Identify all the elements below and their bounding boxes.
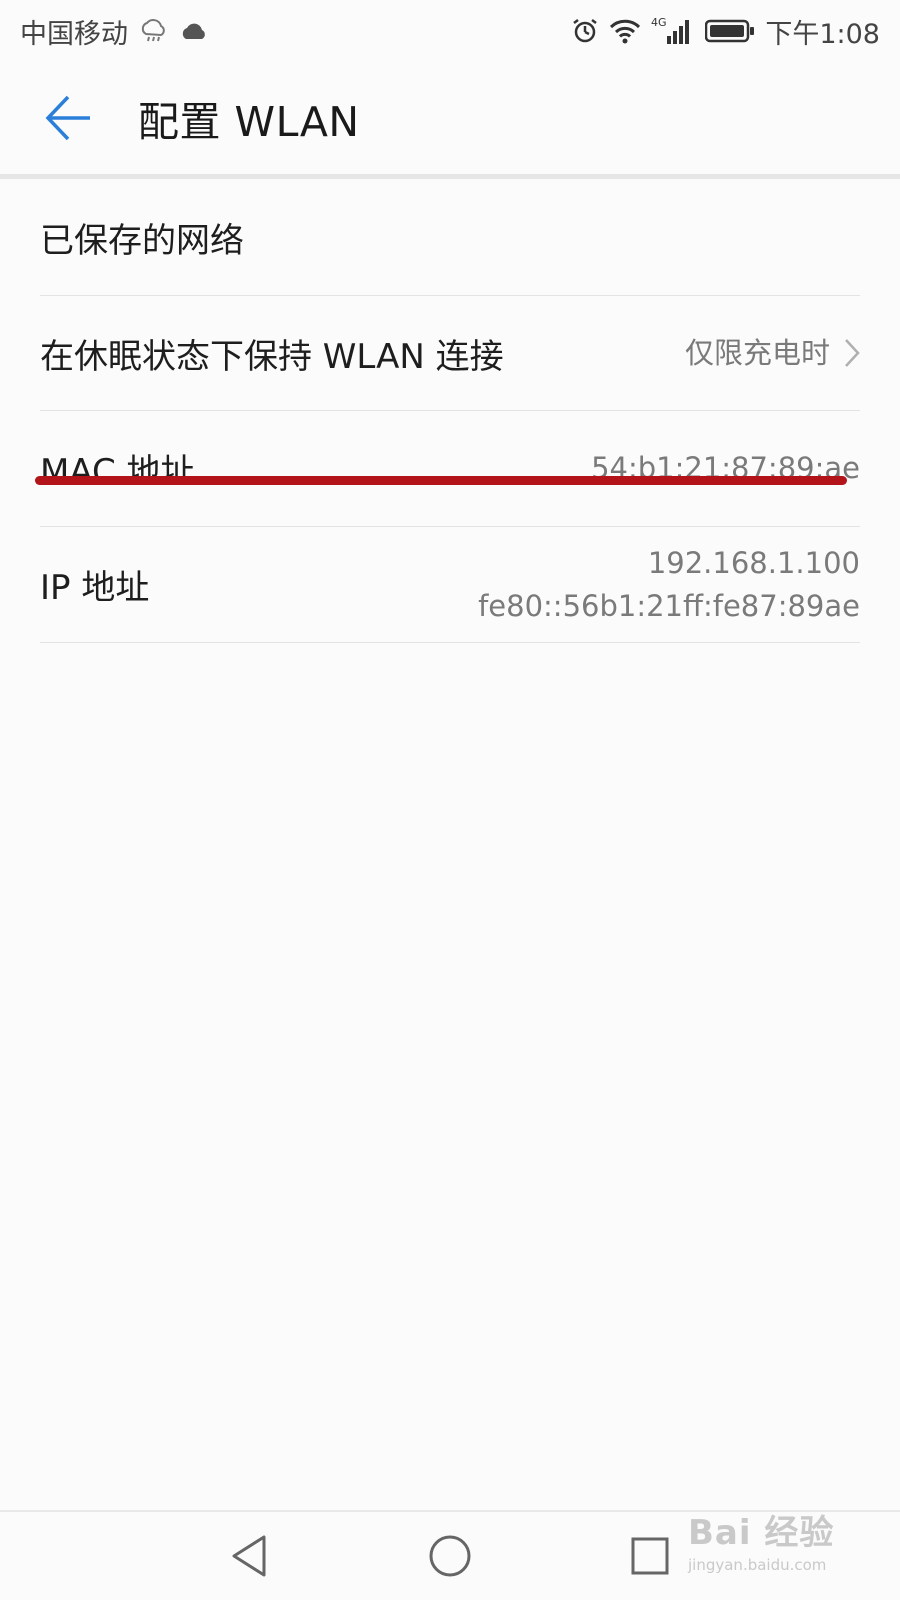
status-bar-left: 中国移动: [20, 12, 210, 51]
red-underline-annotation: [35, 476, 847, 485]
recents-square-icon: [631, 1537, 669, 1575]
status-bar-right: 4G 下午1:08: [571, 12, 880, 51]
nav-recents-button[interactable]: [605, 1512, 695, 1600]
ipv6-address-value: fe80::56b1:21ff:fe87:89ae: [478, 588, 860, 623]
nav-back-button[interactable]: [205, 1512, 295, 1600]
back-arrow-icon: [45, 95, 90, 141]
alarm-icon: [571, 17, 599, 45]
chevron-right-icon: [845, 339, 860, 367]
ip-address-label: IP 地址: [40, 568, 150, 608]
saved-networks-item[interactable]: 已保存的网络: [40, 179, 860, 296]
battery-icon: [705, 19, 755, 43]
baidu-jingyan-watermark: Bai 经验 jingyan.baidu.com: [688, 1505, 888, 1595]
carrier-name: 中国移动: [20, 18, 128, 50]
signal-icon: 4G: [651, 16, 695, 46]
keep-wlan-on-sleep-value-wrap: 仅限充电时: [685, 332, 860, 374]
ip-address-values: 192.168.1.100 fe80::56b1:21ff:fe87:89ae: [478, 542, 860, 626]
wifi-icon: [609, 18, 641, 44]
home-circle-icon: [429, 1535, 471, 1577]
watermark-logo: Bai 经验: [688, 1513, 835, 1553]
watermark-url: jingyan.baidu.com: [688, 1556, 827, 1574]
ip-address-item: IP 地址 192.168.1.100 fe80::56b1:21ff:fe87…: [40, 527, 860, 643]
ipv4-address-value: 192.168.1.100: [647, 546, 860, 581]
settings-list: 已保存的网络 在休眠状态下保持 WLAN 连接 仅限充电时 MAC 地址 54:…: [35, 179, 860, 643]
keep-wlan-on-sleep-item[interactable]: 在休眠状态下保持 WLAN 连接 仅限充电时: [40, 296, 860, 411]
status-bar: 中国移动 4G 下午1:08: [0, 0, 900, 62]
cloud-rain-icon: [138, 18, 168, 44]
mac-address-item: MAC 地址 54:b1:21:87:89:ae: [35, 411, 860, 527]
app-header: 配置 WLAN: [0, 62, 900, 174]
page-title: 配置 WLAN: [138, 98, 360, 146]
back-triangle-icon: [232, 1535, 266, 1577]
back-button[interactable]: [0, 62, 138, 174]
mac-address-label: MAC 地址: [40, 452, 195, 492]
keep-wlan-on-sleep-value: 仅限充电时: [684, 335, 830, 370]
saved-networks-label: 已保存的网络: [40, 220, 244, 261]
keep-wlan-on-sleep-label: 在休眠状态下保持 WLAN 连接: [40, 336, 504, 377]
status-time: 下午1:08: [765, 18, 880, 50]
nav-home-button[interactable]: [405, 1512, 495, 1600]
network-type-label: 4G: [651, 16, 667, 29]
cloud-icon: [178, 19, 210, 43]
